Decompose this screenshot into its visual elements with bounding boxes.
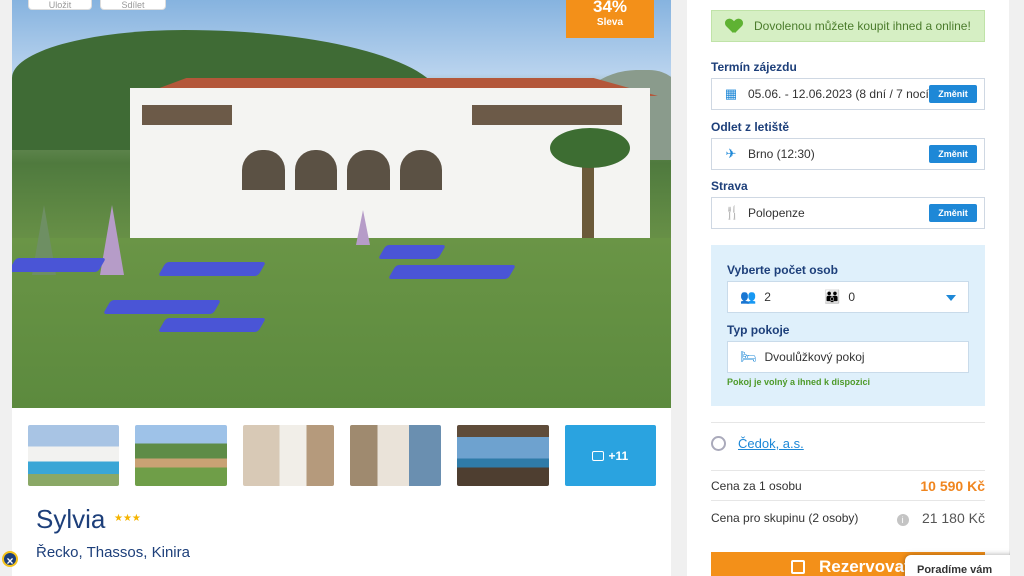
photo-windows bbox=[472, 105, 622, 125]
photo-sunbed bbox=[102, 300, 222, 314]
hotel-location: Řecko, Thassos, Kinira bbox=[36, 544, 190, 561]
star-rating: ★★★ bbox=[114, 513, 141, 524]
hotel-name: Sylvia bbox=[36, 504, 106, 534]
operator-link[interactable]: Čedok, a.s. bbox=[738, 436, 804, 451]
photo-arches bbox=[242, 150, 442, 190]
price-per-person-label: Cena za 1 osobu bbox=[711, 479, 802, 493]
booking-panel: Dovolenou můžete koupit ihned a online! … bbox=[687, 0, 1009, 576]
airplane-icon: ✈ bbox=[725, 146, 737, 161]
term-label: Termín zájezdu bbox=[711, 60, 797, 74]
help-chat-widget[interactable]: Poradíme vám bbox=[905, 555, 1024, 576]
photo-windows bbox=[142, 105, 232, 125]
adults-count: 2 bbox=[764, 290, 771, 304]
price-group-value: 21 180 Kč bbox=[921, 510, 985, 526]
thumbnail-strip: +11 bbox=[28, 425, 656, 486]
reserve-label: Rezervovat bbox=[819, 557, 910, 576]
price-group-row: Cena pro skupinu (2 osoby) i 21 180 Kč bbox=[711, 510, 985, 526]
photo-sunbed bbox=[157, 262, 267, 276]
bed-icon: 🛏 bbox=[740, 349, 757, 364]
photo-sunbed bbox=[377, 245, 447, 259]
close-icon[interactable]: × bbox=[2, 551, 18, 568]
thumbnail-photo[interactable] bbox=[349, 425, 442, 486]
tour-operator: Čedok, a.s. bbox=[711, 436, 804, 451]
thumbnail-photo[interactable] bbox=[135, 425, 227, 486]
heart-icon bbox=[726, 19, 742, 33]
more-photos-count: +11 bbox=[608, 448, 629, 463]
term-value: 05.06. - 12.06.2023 (8 dní / 7 nocí) bbox=[748, 87, 933, 101]
change-term-button[interactable]: Změnit bbox=[929, 85, 977, 103]
share-button[interactable]: Sdílet bbox=[100, 0, 166, 10]
persons-label: Vyberte počet osob bbox=[727, 263, 838, 277]
divider bbox=[711, 500, 985, 501]
price-per-person-value: 10 590 Kč bbox=[920, 478, 985, 494]
divider bbox=[711, 470, 985, 471]
gallery-column: Uložit Sdílet 34% Sleva +11 Sylvia ★★★ Ř… bbox=[12, 0, 671, 576]
board-label: Strava bbox=[711, 179, 748, 193]
online-purchase-banner: Dovolenou můžete koupit ihned a online! bbox=[711, 10, 985, 42]
hotel-main-photo[interactable]: Uložit Sdílet 34% Sleva bbox=[12, 0, 671, 408]
more-photos-button[interactable]: +11 bbox=[564, 425, 656, 486]
change-board-button[interactable]: Změnit bbox=[929, 204, 977, 222]
room-value: Dvoulůžkový pokoj bbox=[764, 350, 865, 364]
discount-badge: 34% Sleva bbox=[566, 0, 654, 38]
adults-icon: 👥 bbox=[740, 289, 757, 304]
term-field[interactable]: ▦ 05.06. - 12.06.2023 (8 dní / 7 nocí) Z… bbox=[711, 78, 985, 110]
thumbnail-photo[interactable] bbox=[28, 425, 120, 486]
persons-select[interactable]: 👥 2 👪 0 bbox=[727, 281, 969, 313]
children-count: 0 bbox=[848, 290, 856, 304]
child-icon: 👪 bbox=[824, 289, 841, 304]
board-value: Polopenze bbox=[748, 206, 805, 220]
airport-field[interactable]: ✈ Brno (12:30) Změnit bbox=[711, 138, 985, 170]
calendar-icon bbox=[791, 560, 805, 574]
board-field[interactable]: 🍴 Polopenze Změnit bbox=[711, 197, 985, 229]
chevron-down-icon bbox=[946, 295, 956, 301]
photo-sunbed bbox=[157, 318, 267, 332]
photo-sunbed bbox=[387, 265, 517, 279]
availability-text: Pokoj je volný a ihned k dispozici bbox=[727, 377, 871, 387]
save-button[interactable]: Uložit bbox=[28, 0, 92, 10]
change-airport-button[interactable]: Změnit bbox=[929, 145, 977, 163]
price-group-label: Cena pro skupinu (2 osoby) bbox=[711, 511, 859, 525]
persons-section: Vyberte počet osob 👥 2 👪 0 Typ pokoje 🛏 … bbox=[711, 245, 985, 406]
thumbnail-photo[interactable] bbox=[457, 425, 549, 486]
photo-palm-leaves bbox=[550, 128, 630, 168]
thumbnail-photo[interactable] bbox=[242, 425, 334, 486]
online-purchase-text: Dovolenou můžete koupit ihned a online! bbox=[754, 19, 971, 33]
info-icon[interactable]: i bbox=[896, 514, 909, 526]
photo-sunbed bbox=[12, 258, 107, 272]
image-icon bbox=[592, 450, 605, 461]
calendar-icon: ▦ bbox=[724, 86, 738, 101]
globe-icon bbox=[711, 436, 726, 451]
price-per-person-row: Cena za 1 osobu 10 590 Kč bbox=[711, 478, 985, 494]
room-select[interactable]: 🛏 Dvoulůžkový pokoj bbox=[727, 341, 969, 373]
discount-percent: 34% bbox=[592, 0, 628, 16]
discount-label: Sleva bbox=[596, 17, 624, 28]
room-label: Typ pokoje bbox=[727, 323, 790, 337]
airport-label: Odlet z letiště bbox=[711, 120, 790, 134]
scrollbar[interactable] bbox=[1010, 0, 1024, 576]
divider bbox=[711, 422, 985, 423]
airport-value: Brno (12:30) bbox=[748, 147, 815, 161]
cutlery-icon: 🍴 bbox=[724, 205, 741, 220]
